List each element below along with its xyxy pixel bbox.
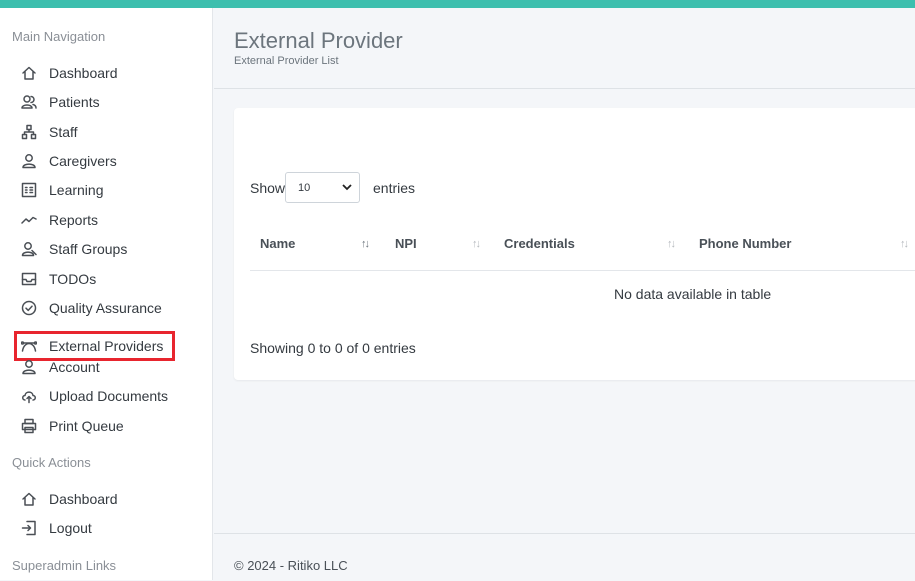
chevron-down-icon — [342, 184, 352, 191]
users-icon — [20, 93, 38, 111]
main-navigation-heading: Main Navigation — [12, 29, 106, 44]
sidebar-item-staff-groups[interactable]: Staff Groups — [14, 236, 204, 262]
sidebar-item-label: Staff Groups — [49, 241, 128, 257]
curve-icon — [20, 337, 38, 355]
logout-icon — [20, 519, 38, 537]
sidebar-item-label: Dashboard — [49, 65, 118, 81]
sidebar-item-label: Caregivers — [49, 153, 117, 169]
sidebar-item-account[interactable]: Account — [14, 354, 204, 380]
column-header-name[interactable]: Name — [260, 236, 295, 251]
sidebar-item-learning[interactable]: Learning — [14, 177, 204, 203]
sidebar-item-print-queue[interactable]: Print Queue — [14, 413, 204, 439]
sidebar-item-todos[interactable]: TODOs — [14, 266, 204, 292]
sidebar-item-quality-assurance[interactable]: Quality Assurance — [14, 295, 204, 321]
sort-icon[interactable]: ↑↓ — [900, 238, 909, 250]
sort-icon[interactable]: ↑↓ — [361, 238, 370, 250]
external-provider-card: Show 10 entries Name ↑↓ NPI ↑↓ Credentia… — [234, 108, 915, 380]
sidebar-item-label: Quality Assurance — [49, 300, 162, 316]
entries-per-page-select[interactable]: 10 — [285, 172, 360, 203]
column-header-npi[interactable]: NPI — [395, 236, 417, 251]
sidebar-item-label: Learning — [49, 182, 104, 198]
sidebar-item-reports[interactable]: Reports — [14, 207, 204, 233]
column-header-phone-number[interactable]: Phone Number — [699, 236, 791, 251]
table-empty-message: No data available in table — [614, 286, 772, 302]
sidebar-item-label: External Providers — [49, 338, 164, 354]
sidebar-item-label: Logout — [49, 520, 92, 536]
top-accent-bar — [0, 0, 915, 8]
sidebar-item-label: TODOs — [49, 271, 97, 287]
sort-icon[interactable]: ↑↓ — [472, 238, 481, 250]
user-icon — [20, 152, 38, 170]
sidebar-item-label: Account — [49, 359, 100, 375]
page-title: External Provider — [234, 28, 403, 53]
home-icon — [20, 490, 38, 508]
superadmin-links-heading: Superadmin Links — [12, 558, 117, 573]
sidebar-item-staff[interactable]: Staff — [14, 119, 204, 145]
quick-item-dashboard[interactable]: Dashboard — [14, 486, 204, 512]
sidebar-item-label: Patients — [49, 94, 100, 110]
table-info: Showing 0 to 0 of 0 entries — [250, 340, 416, 356]
printer-icon — [20, 417, 38, 435]
sidebar: Main Navigation Dashboard Patients Staff… — [0, 8, 213, 580]
sidebar-item-caregivers[interactable]: Caregivers — [14, 148, 204, 174]
sidebar-item-label: Staff — [49, 124, 78, 140]
sidebar-item-patients[interactable]: Patients — [14, 89, 204, 115]
footer: © 2024 - Ritiko LLC — [214, 533, 915, 581]
sort-icon[interactable]: ↑↓ — [667, 238, 676, 250]
show-label: Show — [250, 180, 286, 196]
footer-copyright: © 2024 - Ritiko LLC — [234, 558, 348, 573]
home-icon — [20, 64, 38, 82]
sidebar-item-label: Reports — [49, 212, 99, 228]
user-group-icon — [20, 240, 38, 258]
list-icon — [20, 181, 38, 199]
sitemap-icon — [20, 123, 38, 141]
sidebar-item-label: Dashboard — [49, 491, 118, 507]
chart-line-icon — [20, 211, 38, 229]
cloud-upload-icon — [20, 387, 38, 405]
sidebar-item-dashboard[interactable]: Dashboard — [14, 60, 204, 86]
sidebar-item-label: Upload Documents — [49, 388, 169, 404]
sidebar-item-label: Print Queue — [49, 418, 124, 434]
check-circle-icon — [20, 299, 38, 317]
entries-label: entries — [373, 180, 416, 196]
page-subtitle: External Provider List — [234, 55, 339, 67]
entries-select-value: 10 — [298, 181, 311, 194]
sidebar-item-upload-documents[interactable]: Upload Documents — [14, 383, 204, 409]
user-icon — [20, 358, 38, 376]
quick-item-logout[interactable]: Logout — [14, 515, 204, 541]
table-header-divider — [250, 270, 915, 271]
column-header-credentials[interactable]: Credentials — [504, 236, 575, 251]
content-header: External Provider External Provider List — [214, 8, 915, 89]
quick-actions-heading: Quick Actions — [12, 455, 91, 470]
inbox-icon — [20, 270, 38, 288]
